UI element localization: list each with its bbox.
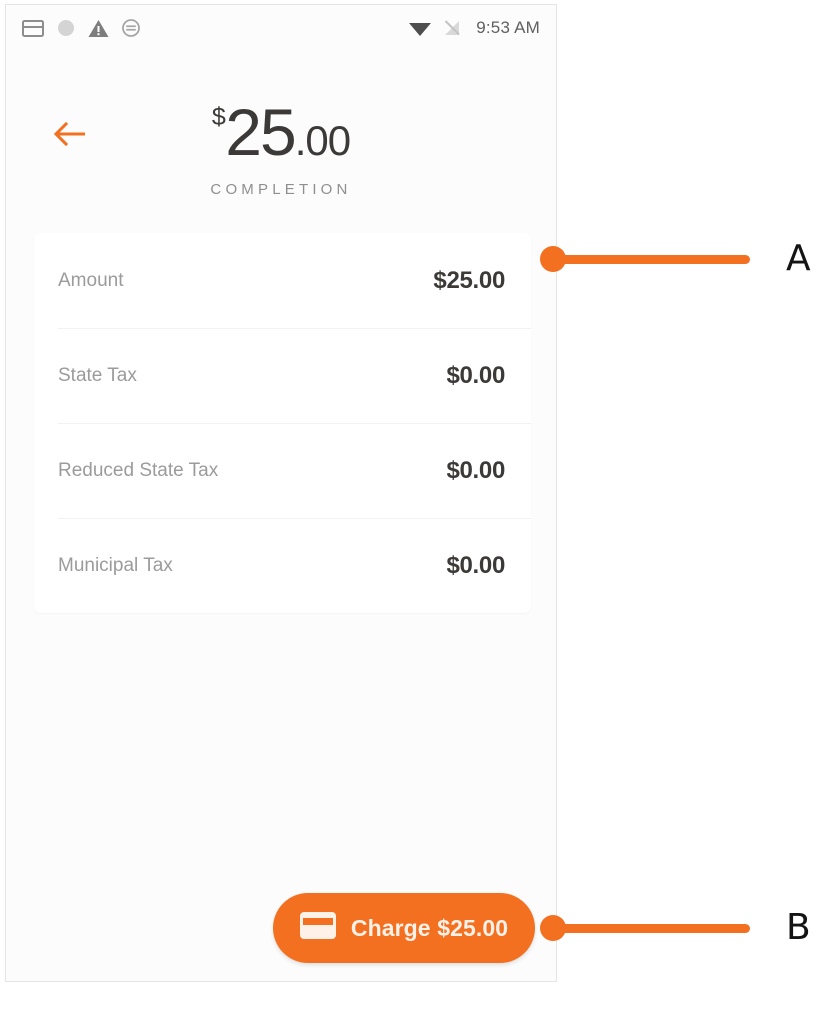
- card-icon: [22, 19, 44, 37]
- charge-button-label: Charge $25.00: [350, 914, 509, 941]
- detail-card: Amount $25.00 State Tax $0.00 Reduced St…: [34, 233, 531, 613]
- status-bar-clock: 9:53 AM: [476, 18, 540, 37]
- amount-currency-symbol: $: [211, 103, 226, 131]
- annotation-label-b: B: [786, 907, 811, 948]
- row-label-municipal-tax: Municipal Tax: [58, 554, 173, 576]
- row-value-municipal-tax: $0.00: [446, 551, 505, 579]
- row-value-reduced-state-tax: $0.00: [446, 456, 505, 484]
- warning-triangle-icon: [88, 19, 109, 38]
- status-bar: 9:53 AM: [6, 5, 556, 51]
- table-row: Municipal Tax $0.00: [34, 518, 531, 613]
- phone-frame: 9:53 AM $25.00 COMPLETION Amount $25.00: [5, 4, 557, 982]
- status-bar-left-icons: [22, 19, 140, 38]
- table-row: Amount $25.00: [34, 233, 531, 328]
- row-value-state-tax: $0.00: [446, 361, 505, 389]
- circle-icon: [57, 19, 75, 37]
- annotation-line-a: [560, 254, 750, 264]
- amount-whole: 25: [225, 95, 296, 169]
- amount-cents: .00: [294, 117, 351, 164]
- annotation-label-a: A: [786, 238, 811, 279]
- amount-block: $25.00 COMPLETION: [6, 99, 556, 198]
- charge-button[interactable]: Charge $25.00: [273, 893, 535, 963]
- annotation-callout-a: A: [540, 241, 811, 277]
- header: $25.00 COMPLETION: [6, 51, 556, 229]
- row-label-amount: Amount: [58, 269, 124, 291]
- transaction-type-label: COMPLETION: [210, 181, 352, 198]
- cellular-off-icon: [443, 19, 461, 37]
- row-value-amount: $25.00: [433, 266, 505, 294]
- row-label-reduced-state-tax: Reduced State Tax: [58, 459, 219, 481]
- table-row: Reduced State Tax $0.00: [34, 423, 531, 518]
- annotation-line-b: [560, 923, 750, 933]
- sync-circle-icon: [122, 19, 140, 37]
- table-row: State Tax $0.00: [34, 328, 531, 423]
- credit-card-icon: [299, 912, 336, 944]
- annotation-callout-b: B: [540, 910, 811, 946]
- status-bar-right-icons: 9:53 AM: [408, 18, 540, 38]
- amount-display: $25.00: [6, 99, 556, 165]
- row-label-state-tax: State Tax: [58, 364, 137, 386]
- wifi-icon: [408, 19, 432, 37]
